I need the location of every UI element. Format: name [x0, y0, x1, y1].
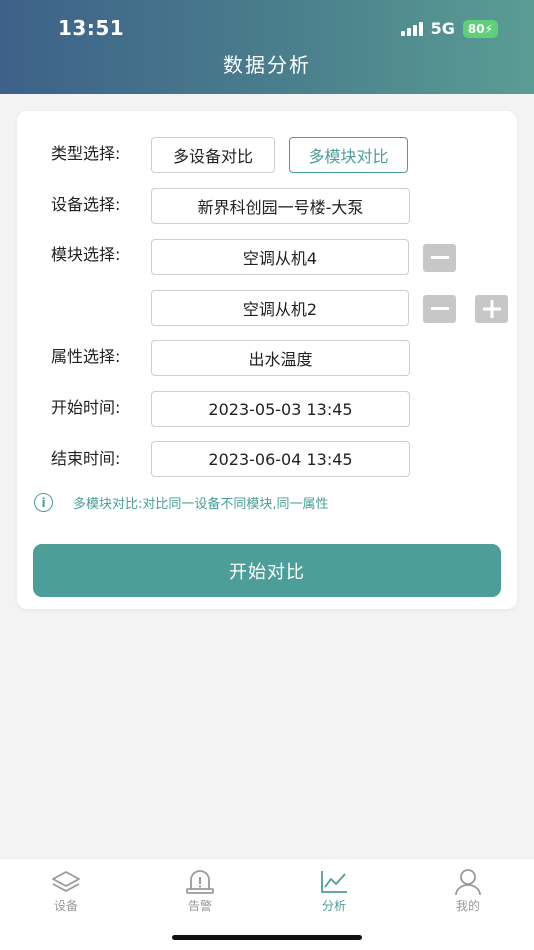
tab-alarm[interactable]: 告警	[160, 867, 240, 914]
alarm-icon	[186, 870, 214, 894]
device-select[interactable]: 新界科创园一号楼-大泵	[151, 188, 410, 224]
tab-analysis[interactable]: 分析	[294, 867, 374, 914]
page-title: 数据分析	[223, 53, 311, 77]
battery-level: 80	[467, 21, 485, 36]
attribute-label: 属性选择:	[51, 347, 121, 366]
signal-icon	[400, 21, 423, 36]
layers-icon	[52, 871, 80, 892]
device-label: 设备选择:	[51, 195, 121, 214]
status-time: 13:51	[58, 16, 125, 40]
multi-device-option[interactable]: 多设备对比	[151, 137, 275, 173]
info-icon: i	[34, 493, 53, 512]
minus-icon	[430, 256, 449, 259]
type-label: 类型选择:	[51, 144, 121, 163]
start-time-label: 开始时间:	[51, 398, 121, 417]
hint-text: 多模块对比:对比同一设备不同模块,同一属性	[73, 497, 329, 512]
remove-module-button[interactable]	[423, 244, 456, 272]
tab-device[interactable]: 设备	[26, 867, 106, 914]
plus-icon	[482, 300, 501, 318]
tab-label: 分析	[321, 899, 346, 913]
minus-icon	[430, 307, 449, 310]
attribute-select[interactable]: 出水温度	[151, 340, 410, 376]
compare-form-card: 类型选择: 多设备对比 多模块对比 设备选择: 新界科创园一号楼-大泵 模块选择…	[17, 111, 517, 609]
module-select-1[interactable]: 空调从机4	[151, 239, 409, 275]
start-time-picker[interactable]: 2023-05-03 13:45	[151, 391, 410, 427]
hint-row: i 多模块对比:对比同一设备不同模块,同一属性	[34, 493, 329, 512]
module-label: 模块选择:	[51, 245, 121, 264]
battery-icon: 80⚡	[462, 19, 498, 38]
status-indicators: 5G 80⚡	[400, 19, 498, 38]
start-compare-button[interactable]: 开始对比	[33, 544, 501, 597]
user-icon	[455, 869, 481, 896]
end-time-picker[interactable]: 2023-06-04 13:45	[151, 441, 410, 477]
tab-label: 告警	[187, 899, 212, 913]
remove-module-button[interactable]	[423, 295, 456, 323]
add-module-button[interactable]	[475, 295, 508, 323]
module-select-2[interactable]: 空调从机2	[151, 290, 409, 326]
app-header: 13:51 5G 80⚡ 数据分析	[0, 0, 534, 94]
chart-line-icon	[321, 871, 347, 893]
home-indicator	[172, 935, 362, 940]
tab-mine[interactable]: 我的	[428, 867, 508, 914]
tab-label: 我的	[455, 899, 480, 913]
end-time-label: 结束时间:	[51, 449, 121, 468]
network-label: 5G	[430, 19, 455, 38]
tab-label: 设备	[53, 899, 78, 913]
multi-module-option[interactable]: 多模块对比	[289, 137, 408, 173]
